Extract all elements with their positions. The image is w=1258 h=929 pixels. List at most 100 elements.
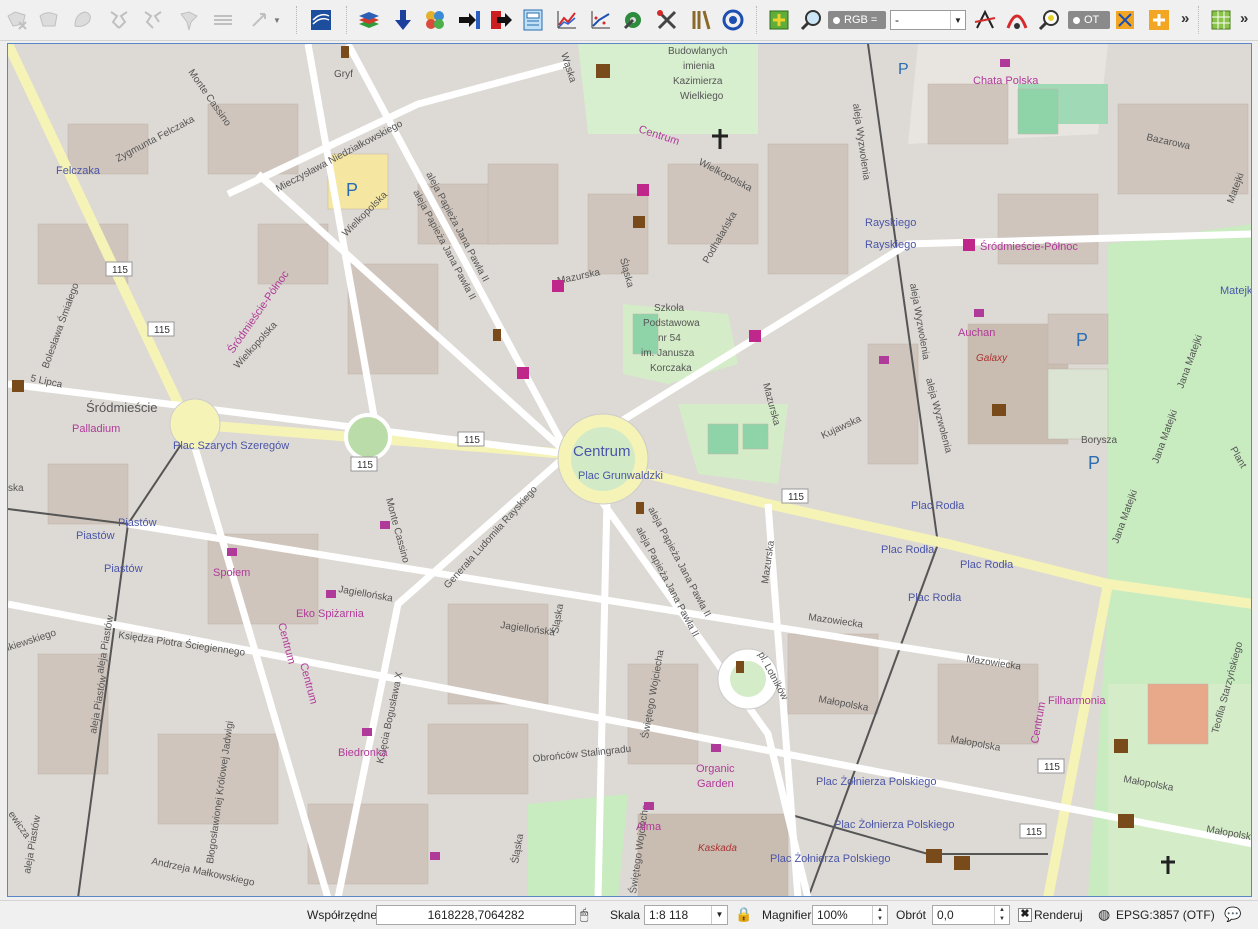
rotate-point-icon[interactable] [246,7,272,33]
coords-field[interactable]: 1618228,7064282 [376,905,576,925]
label-organic-2: Garden [697,778,734,790]
label-gryf: Gryf [334,69,353,80]
puzzle-icon[interactable] [422,7,448,33]
tape-measure-icon[interactable] [620,7,646,33]
label-kujawska: Kujawska [820,413,864,441]
label-organic-1: Organic [696,763,735,775]
scatter-chart-icon[interactable] [588,7,614,33]
rotation-spinbox[interactable]: 0,0 ▲ ▼ [932,905,1010,925]
library-icon[interactable] [688,7,714,33]
route-115-7: 115 [1026,827,1042,838]
route-115-5: 115 [788,492,804,503]
spin-arrows-icon-2[interactable]: ▲ ▼ [994,906,1009,924]
rgb-label: RGB = [844,14,878,26]
tools-icon[interactable] [654,7,680,33]
label-plac-zolnierza-2: Plac Żołnierza Polskiego [834,818,954,831]
label-centrum: Centrum [573,443,631,460]
split-parts-icon[interactable] [140,7,166,33]
label-galaxy: Galaxy [976,353,1008,364]
angle-measure-icon[interactable] [972,7,998,33]
profile-chart-icon[interactable] [554,7,580,33]
label-palladium: Palladium [72,423,120,435]
calculator-icon[interactable] [520,7,546,33]
render-label: Renderuj [1034,908,1083,922]
label-rayskiego-2: Rayskiego [865,239,916,251]
label-szkola-5: Korczaka [650,363,692,374]
split-features-icon[interactable] [106,7,132,33]
label-budowlanych: Budowlanych [668,46,727,57]
label-alma: Alma [636,821,662,833]
add-ring-icon[interactable] [36,7,62,33]
label-srodmiescie: Śródmieście [86,400,158,415]
add-raster-icon[interactable] [766,7,792,33]
label-centrum-v2: Centrum [297,662,320,706]
label-ska: ska [8,483,24,494]
merge-features-icon[interactable] [176,7,202,33]
ot-label: OT [1084,14,1100,26]
label-slaska-3: Śląska [508,832,526,864]
map-canvas[interactable]: Budowlanych imienia Kazimierza Wielkiego… [7,43,1252,897]
attribute-table-icon[interactable] [1208,7,1234,33]
label-szkola-1: Szkoła [654,303,684,314]
label-plac-rodla-1: Plac Rodła [911,500,965,512]
label-monte-cassino-2: Monte Cassino [383,497,411,565]
target-icon[interactable] [720,7,746,33]
rgb-value: - [895,13,899,27]
scale-combo[interactable]: 1:8 118 ▼ [644,905,728,925]
add-feature-plus-icon[interactable] [1146,7,1172,33]
label-eko: Eko Spiżarnia [296,608,365,620]
curve-measure-icon[interactable] [1004,7,1030,33]
magnifier-plus-icon[interactable] [1036,7,1062,33]
parking-p-3: P [1076,330,1088,350]
coords-label: Współrzędne [307,908,378,922]
rgb-value-combo[interactable]: - ▼ [890,10,966,30]
label-plac-zolnierza-3: Plac Żołnierza Polskiego [770,852,890,865]
route-115-1: 115 [112,265,128,276]
import-arrow-icon[interactable] [456,7,482,33]
scale-label: Skala [610,908,641,922]
render-checkbox[interactable]: ✖ [1018,908,1032,922]
status-bar: Współrzędne 1618228,7064282 🖱 Skala 1:8 … [0,900,1258,929]
label-andrzeja: Andrzeja Małkowskiego [150,856,255,889]
label-biedronka: Biedronka [338,747,388,759]
label-piastow-2: Piastów [76,530,115,542]
label-piastow-1: Piastów [118,517,157,529]
label-mazowiecka-1: Mazowiecka [808,612,864,631]
delete-selected-icon[interactable] [4,7,30,33]
toolbar-overflow-button[interactable]: » [1181,10,1189,27]
globe-plugin-icon[interactable] [308,7,334,33]
spin-arrows-icon[interactable]: ▲ ▼ [872,906,887,924]
magnifier-spinbox[interactable]: 100% ▲ ▼ [812,905,888,925]
toolbar-overflow-button-2[interactable]: » [1240,10,1248,27]
download-arrow-icon[interactable] [390,7,416,33]
label-rayskiego-gen: Generała Ludomiła Rayskiego [442,484,540,591]
layer-stack-icon[interactable] [356,7,382,33]
map-svg: Budowlanych imienia Kazimierza Wielkiego… [8,44,1251,896]
label-piastow-3: Piastów [104,563,143,575]
label-slaska-2: Śląska [548,602,566,634]
reshape-icon[interactable] [70,7,96,33]
ot-toggle[interactable]: OT [1068,11,1110,29]
rotation-label: Obrót [896,908,927,922]
label-alowyzw-3: aleja Wyzwolenia [923,377,954,455]
label-spolem: Społem [213,567,250,579]
lock-icon[interactable]: 🔒 [735,906,752,923]
dropdown-arrow-icon[interactable]: ▼ [270,7,284,33]
export-arrow-icon[interactable] [488,7,514,33]
label-plac-rodla-4: Plac Rodła [908,592,962,604]
label-plac-zolnierza-1: Plac Żołnierza Polskiego [816,775,936,788]
crs-globe-icon[interactable]: ◍ [1098,906,1110,923]
label-wielkiego: Wielkiego [680,91,724,102]
zoom-search-icon[interactable] [798,7,824,33]
label-felczaka: Felczaka [56,165,101,177]
magnifier-value: 100% [817,908,848,922]
rgb-toggle[interactable]: RGB = [828,11,886,29]
hourglass-icon[interactable] [1112,7,1138,33]
cinema-icon [992,404,1006,416]
rotation-value: 0,0 [937,908,954,922]
offset-curve-icon[interactable] [210,7,236,33]
crs-label[interactable]: EPSG:3857 (OTF) [1116,908,1215,922]
label-alpiastow-3: aleja Piastów [22,814,43,875]
messages-icon[interactable]: 💬 [1224,906,1241,923]
mouse-pointer-icon[interactable]: 🖱 [580,906,588,923]
